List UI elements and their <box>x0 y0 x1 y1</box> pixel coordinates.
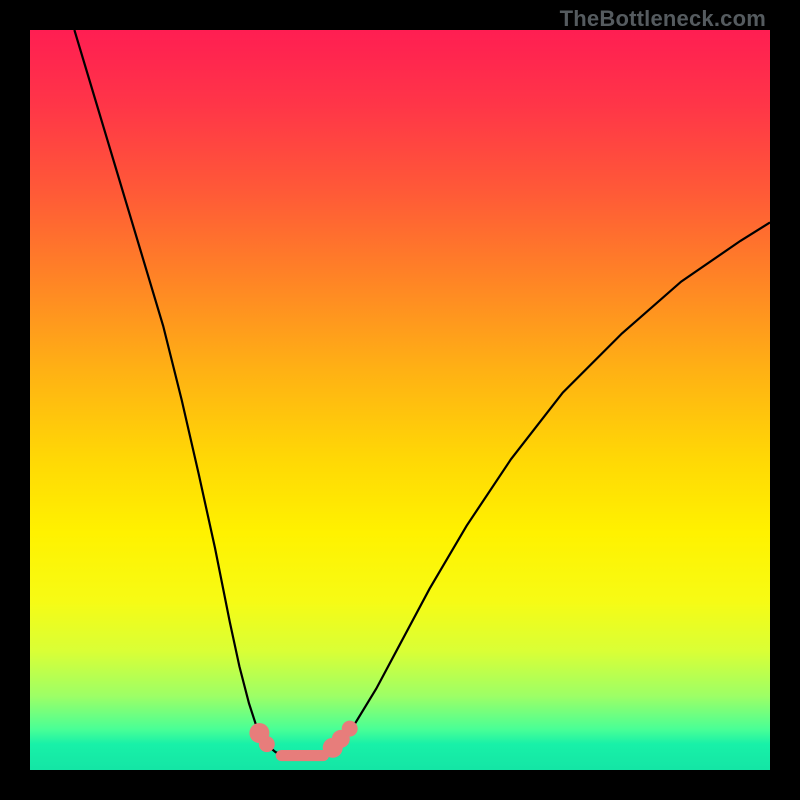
valley-dot <box>342 721 358 737</box>
frame-border-bottom <box>0 770 800 800</box>
valley-highlight-bar <box>276 750 329 761</box>
bottleneck-curve-right <box>319 222 770 755</box>
frame-border-left <box>0 0 30 800</box>
bottleneck-curve-left <box>74 30 286 755</box>
valley-dot <box>259 736 275 752</box>
curve-overlay <box>30 30 770 770</box>
watermark-text: TheBottleneck.com <box>560 6 766 32</box>
plot-area <box>30 30 770 770</box>
chart-stage: TheBottleneck.com <box>0 0 800 800</box>
frame-border-right <box>770 0 800 800</box>
